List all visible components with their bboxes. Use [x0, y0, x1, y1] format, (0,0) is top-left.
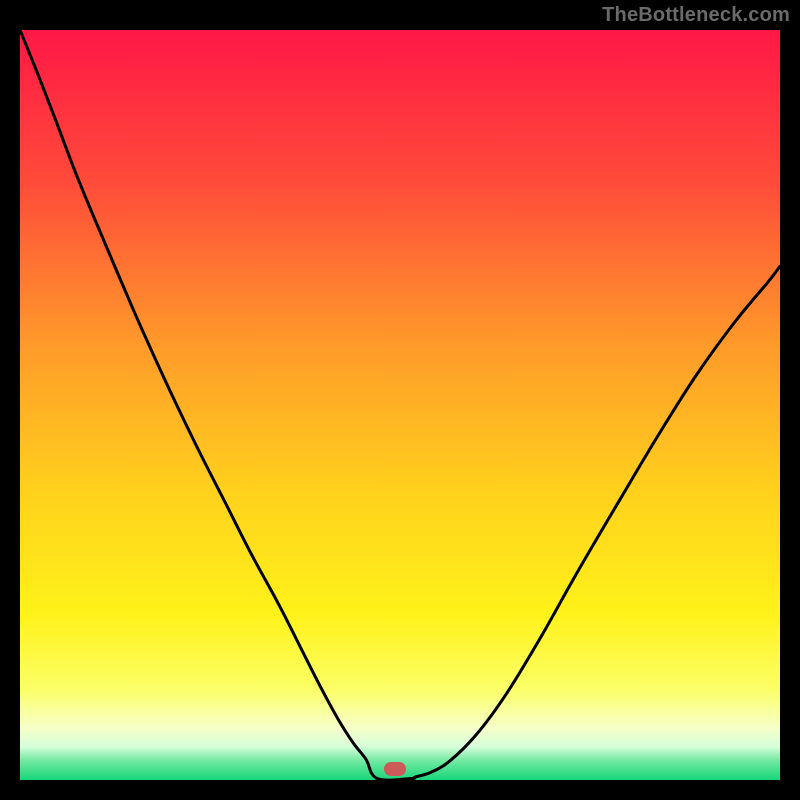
chart-background-gradient: [20, 30, 780, 780]
optimal-point-marker: [384, 762, 406, 776]
watermark-text: TheBottleneck.com: [602, 4, 790, 27]
chart-frame: TheBottleneck.com: [0, 0, 800, 800]
chart-svg: [20, 30, 780, 780]
chart-plot: [20, 30, 780, 780]
